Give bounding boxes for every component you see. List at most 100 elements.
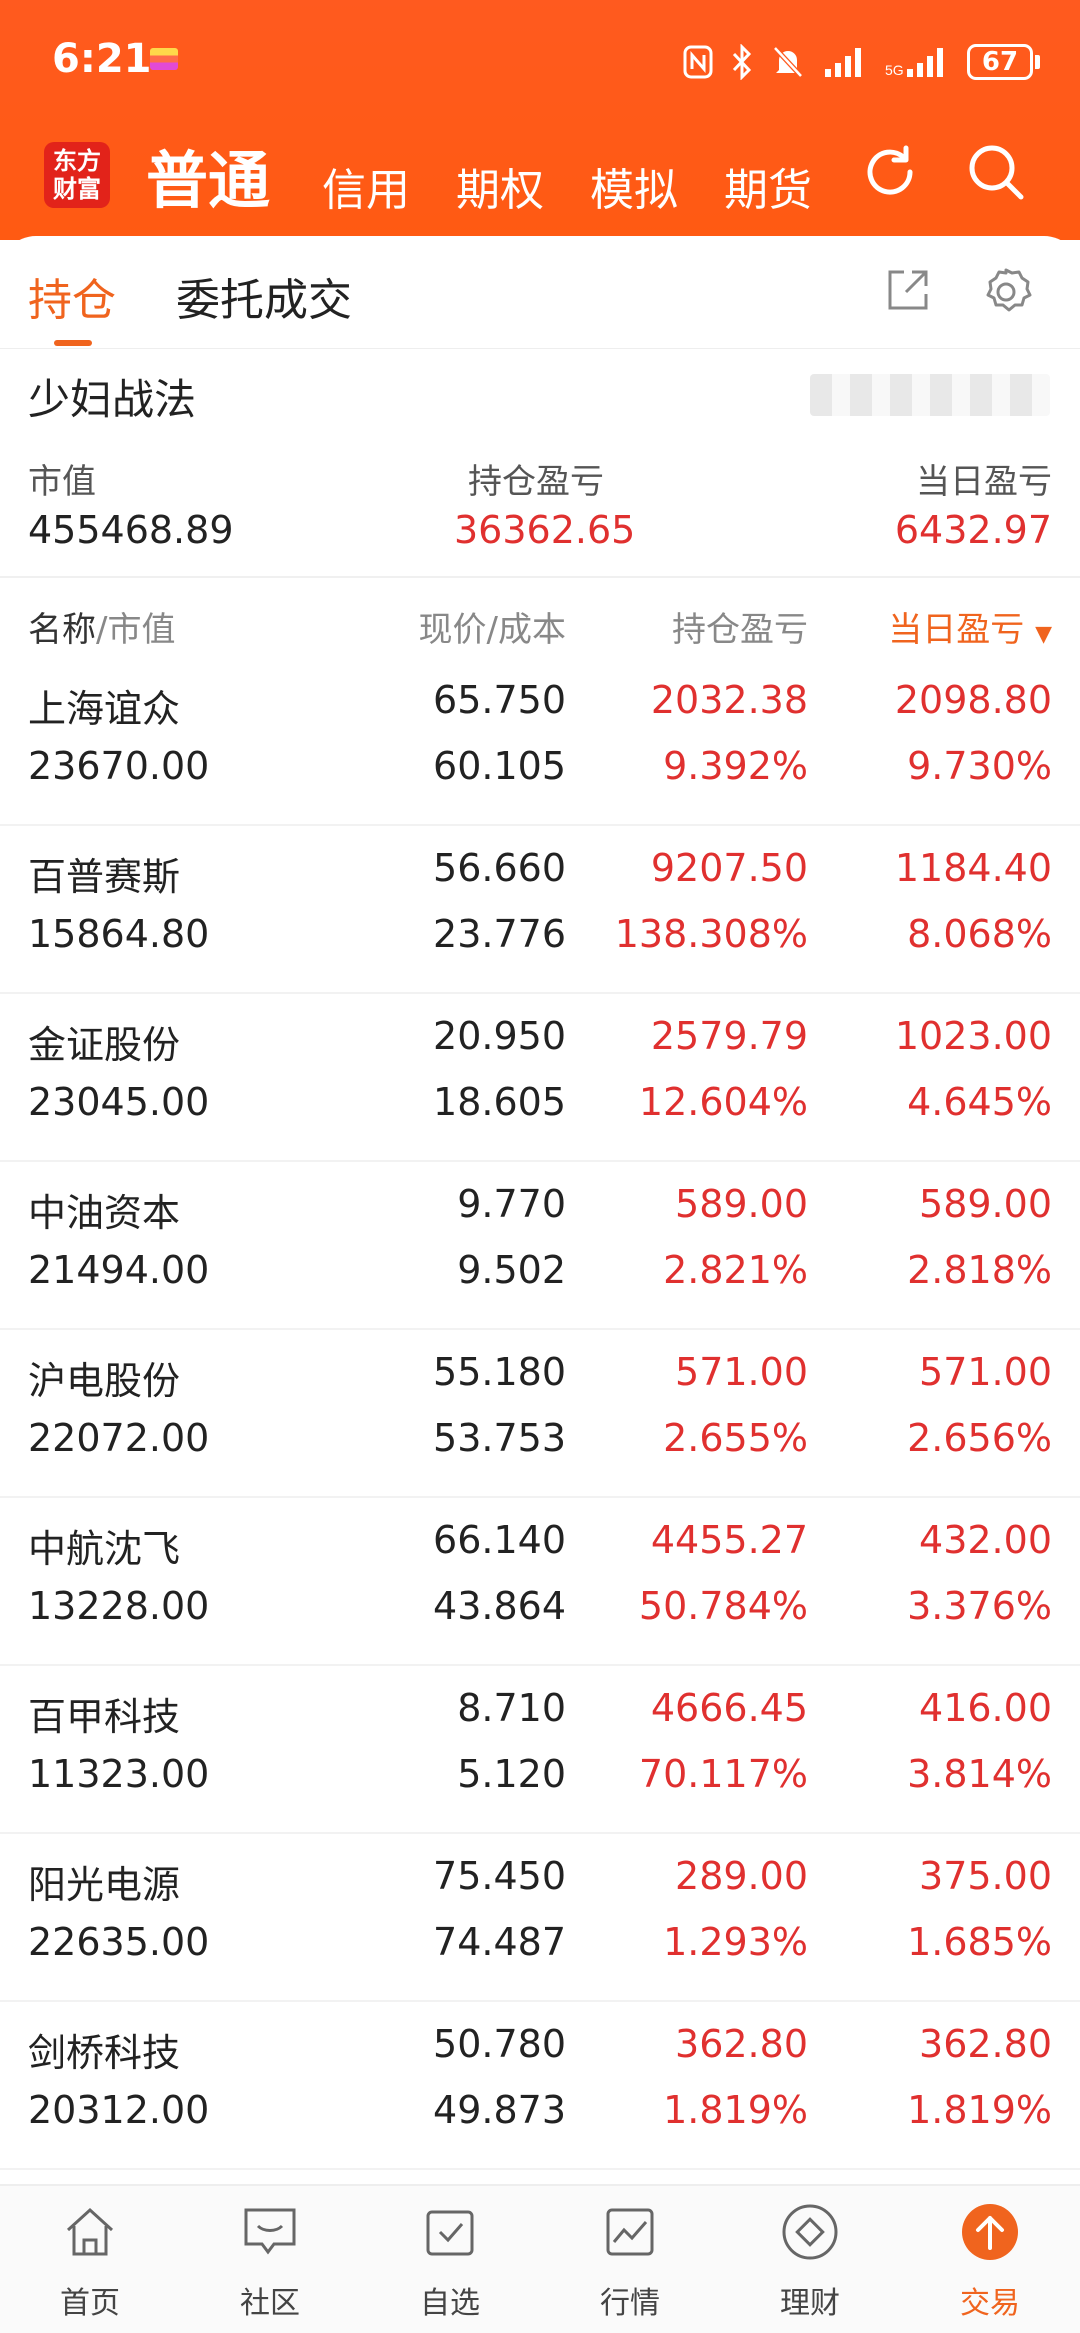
col-mv-label: /市值 bbox=[96, 610, 176, 650]
day-pl: 432.00 bbox=[919, 1518, 1052, 1562]
market-chart-icon bbox=[606, 2208, 654, 2256]
holding-row[interactable]: 中油资本 21494.00 9.770 9.502 589.00 2.821% 589.00… bbox=[0, 1160, 1080, 1330]
position-pl-pct: 9.392% bbox=[663, 744, 808, 788]
share-icon[interactable] bbox=[884, 266, 932, 314]
nav-home[interactable]: 首页 bbox=[20, 2202, 160, 2322]
nav-trade-label: 交易 bbox=[960, 2286, 1020, 2321]
day-pl-pct: 3.814% bbox=[907, 1752, 1052, 1796]
day-pl-pct: 8.068% bbox=[907, 912, 1052, 956]
sort-down-icon: ▼ bbox=[1035, 622, 1052, 647]
day-pl: 362.80 bbox=[919, 2022, 1052, 2066]
position-pl-pct: 70.117% bbox=[638, 1752, 808, 1796]
settings-gear-icon[interactable] bbox=[980, 266, 1032, 318]
holding-row[interactable]: 百甲科技 11323.00 8.710 5.120 4666.45 70.117% 416.… bbox=[0, 1664, 1080, 1834]
market-value: 11323.00 bbox=[28, 1752, 210, 1796]
holding-row[interactable]: 金证股份 23045.00 20.950 18.605 2579.79 12.604% 10… bbox=[0, 992, 1080, 1162]
stock-name: 沪电股份 bbox=[28, 1359, 181, 1403]
nav-wealth-label: 理财 bbox=[780, 2286, 840, 2321]
refresh-icon[interactable] bbox=[860, 142, 920, 202]
market-value: 20312.00 bbox=[28, 2088, 210, 2132]
column-header-price-cost[interactable]: 现价/成本 bbox=[419, 602, 566, 651]
stock-name: 中航沈飞 bbox=[28, 1527, 181, 1571]
tab-options[interactable]: 期权 bbox=[456, 154, 544, 218]
current-price: 55.180 bbox=[433, 1350, 566, 1394]
current-price: 9.770 bbox=[457, 1182, 566, 1226]
notification-icon bbox=[150, 48, 178, 70]
position-pl-pct: 1.293% bbox=[663, 1920, 808, 1964]
tab-orders[interactable]: 委托成交 bbox=[176, 264, 352, 328]
current-price: 8.710 bbox=[457, 1686, 566, 1730]
bottom-nav: 首页 社区 自选 行情 理财 交易 bbox=[0, 2184, 1080, 2333]
column-header-position-pl[interactable]: 持仓盈亏 bbox=[672, 602, 808, 651]
market-value: 13228.00 bbox=[28, 1584, 210, 1628]
tab-futures[interactable]: 期货 bbox=[724, 154, 812, 218]
stock-name: 金证股份 bbox=[28, 1023, 181, 1067]
position-pl-pct: 2.821% bbox=[663, 1248, 808, 1292]
market-value: 23670.00 bbox=[28, 744, 210, 788]
position-pl: 2579.79 bbox=[650, 1014, 808, 1058]
nav-community-label: 社区 bbox=[240, 2286, 300, 2321]
col-day-pl-label: 当日盈亏 bbox=[888, 610, 1025, 650]
position-pl: 4666.45 bbox=[650, 1686, 808, 1730]
current-price: 66.140 bbox=[433, 1518, 566, 1562]
nav-trade[interactable]: 交易 bbox=[920, 2202, 1060, 2322]
column-header-day-pl[interactable]: 当日盈亏 ▼ bbox=[888, 602, 1052, 651]
day-pl-pct: 4.645% bbox=[907, 1080, 1052, 1124]
nfc-icon bbox=[683, 45, 713, 79]
day-pl-pct: 1.819% bbox=[907, 2088, 1052, 2132]
position-pl: 589.00 bbox=[675, 1182, 808, 1226]
account-title[interactable]: 少妇战法 bbox=[28, 366, 196, 427]
logo-text-2: 财富 bbox=[53, 175, 101, 203]
position-pl: 571.00 bbox=[675, 1350, 808, 1394]
tab-holdings[interactable]: 持仓 bbox=[28, 264, 116, 328]
holding-row[interactable]: 百普赛斯 15864.80 56.660 23.776 9207.50 138.308% 1… bbox=[0, 824, 1080, 994]
day-pl: 1023.00 bbox=[894, 1014, 1052, 1058]
holding-row[interactable]: 上海谊众 23670.00 65.750 60.105 2032.38 9.392% 209… bbox=[0, 656, 1080, 826]
trade-up-arrow-icon bbox=[962, 2204, 1018, 2260]
battery-level: 67 bbox=[967, 44, 1033, 80]
market-value: 21494.00 bbox=[28, 1248, 210, 1292]
app-logo: 东方 财富 bbox=[44, 142, 110, 208]
holding-row[interactable]: 中航沈飞 13228.00 66.140 43.864 4455.27 50.784% 43… bbox=[0, 1496, 1080, 1666]
cost-price: 49.873 bbox=[433, 2088, 566, 2132]
position-pl-pct: 2.655% bbox=[663, 1416, 808, 1460]
active-tab-indicator bbox=[54, 340, 92, 346]
current-price: 65.750 bbox=[433, 678, 566, 722]
market-value: 23045.00 bbox=[28, 1080, 210, 1124]
holding-row[interactable]: 沪电股份 22072.00 55.180 53.753 571.00 2.655% 571.… bbox=[0, 1328, 1080, 1498]
holding-row[interactable]: 阳光电源 22635.00 75.450 74.487 289.00 1.293% 375.… bbox=[0, 1832, 1080, 2002]
nav-community[interactable]: 社区 bbox=[200, 2202, 340, 2322]
stock-name: 中油资本 bbox=[28, 1191, 181, 1235]
holding-row[interactable]: 剑桥科技 20312.00 50.780 49.873 362.80 1.819% 362.… bbox=[0, 2000, 1080, 2170]
watchlist-icon bbox=[426, 2210, 474, 2256]
top-nav: 东方 财富 普通 信用 期权 模拟 期货 bbox=[0, 130, 1080, 230]
position-pl-pct: 1.819% bbox=[663, 2088, 808, 2132]
wealth-diamond-icon bbox=[782, 2204, 838, 2260]
position-pl-pct: 50.784% bbox=[638, 1584, 808, 1628]
cost-price: 74.487 bbox=[433, 1920, 566, 1964]
header: 6:21 5G 67 东方 财富 普通 信用 期权 模拟 期货 bbox=[0, 0, 1080, 240]
signal-2-icon: 5G bbox=[885, 48, 943, 78]
current-price: 56.660 bbox=[433, 846, 566, 890]
column-header-name[interactable]: 名称/市值 bbox=[28, 602, 175, 651]
day-pl-pct: 2.818% bbox=[907, 1248, 1052, 1292]
position-pl-pct: 138.308% bbox=[614, 912, 808, 956]
search-icon[interactable] bbox=[966, 142, 1026, 202]
cost-price: 53.753 bbox=[433, 1416, 566, 1460]
nav-wealth[interactable]: 理财 bbox=[740, 2202, 880, 2322]
tab-simulation[interactable]: 模拟 bbox=[590, 154, 678, 218]
position-pl-value: 36362.65 bbox=[454, 508, 636, 552]
nav-watchlist[interactable]: 自选 bbox=[380, 2202, 520, 2322]
day-pl: 571.00 bbox=[919, 1350, 1052, 1394]
battery-icon: 67 bbox=[967, 44, 1040, 80]
position-pl-pct: 12.604% bbox=[638, 1080, 808, 1124]
tab-credit[interactable]: 信用 bbox=[322, 154, 410, 218]
nav-market[interactable]: 行情 bbox=[560, 2202, 700, 2322]
status-bar: 6:21 5G 67 bbox=[0, 0, 1080, 120]
stock-name: 百普赛斯 bbox=[28, 855, 181, 899]
day-pl-label: 当日盈亏 bbox=[916, 462, 1052, 502]
tab-normal[interactable]: 普通 bbox=[146, 130, 270, 220]
day-pl: 1184.40 bbox=[894, 846, 1052, 890]
stock-name: 上海谊众 bbox=[28, 687, 181, 731]
position-pl: 362.80 bbox=[675, 2022, 808, 2066]
